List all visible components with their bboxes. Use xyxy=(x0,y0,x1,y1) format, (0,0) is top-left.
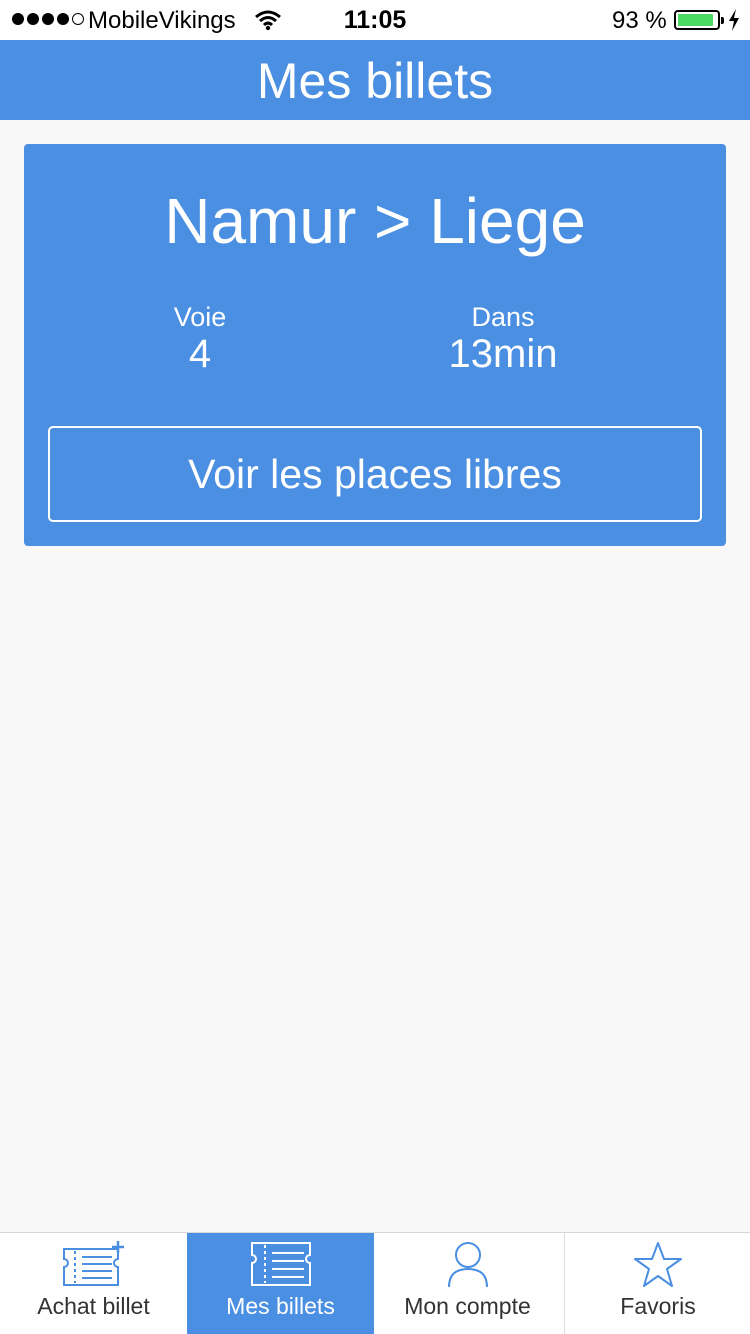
tab-mon-compte[interactable]: Mon compte xyxy=(374,1233,561,1334)
platform-value: 4 xyxy=(188,332,212,376)
navigation-bar: Mes billets xyxy=(0,40,750,120)
ticket-card[interactable]: Namur > Liege Voie 4 Dans 13min Voir les… xyxy=(24,144,726,546)
tab-achat-billet[interactable]: Achat billet xyxy=(0,1233,187,1334)
departure-info: Dans 13min xyxy=(403,302,603,376)
tab-label: Achat billet xyxy=(37,1293,150,1319)
tab-bar: Achat billet Mes billets Mon compte Favo… xyxy=(0,1232,750,1334)
tab-label: Mes billets xyxy=(226,1293,335,1319)
tab-favoris[interactable]: Favoris xyxy=(564,1233,750,1334)
view-free-seats-label: Voir les places libres xyxy=(188,450,562,497)
ticket-icon xyxy=(250,1242,311,1286)
ticket-route: Namur > Liege xyxy=(164,185,586,257)
view-free-seats-button[interactable]: Voir les places libres xyxy=(48,426,702,522)
battery-icon xyxy=(674,10,724,30)
ticket-plus-icon xyxy=(62,1241,124,1286)
platform-label: Voie xyxy=(173,302,227,332)
departure-label: Dans xyxy=(471,302,535,332)
tab-mes-billets[interactable]: Mes billets xyxy=(187,1233,374,1334)
battery-percentage: 93 % xyxy=(612,7,667,34)
status-bar: MobileVikings 11:05 93 % xyxy=(0,0,750,40)
platform-info: Voie 4 xyxy=(100,302,300,376)
tab-label: Favoris xyxy=(620,1293,696,1319)
page-title: Mes billets xyxy=(256,53,494,109)
tab-label: Mon compte xyxy=(404,1293,531,1319)
departure-value: 13min xyxy=(448,332,558,376)
star-icon xyxy=(634,1242,682,1287)
user-icon xyxy=(447,1242,488,1288)
charging-icon xyxy=(729,9,739,31)
